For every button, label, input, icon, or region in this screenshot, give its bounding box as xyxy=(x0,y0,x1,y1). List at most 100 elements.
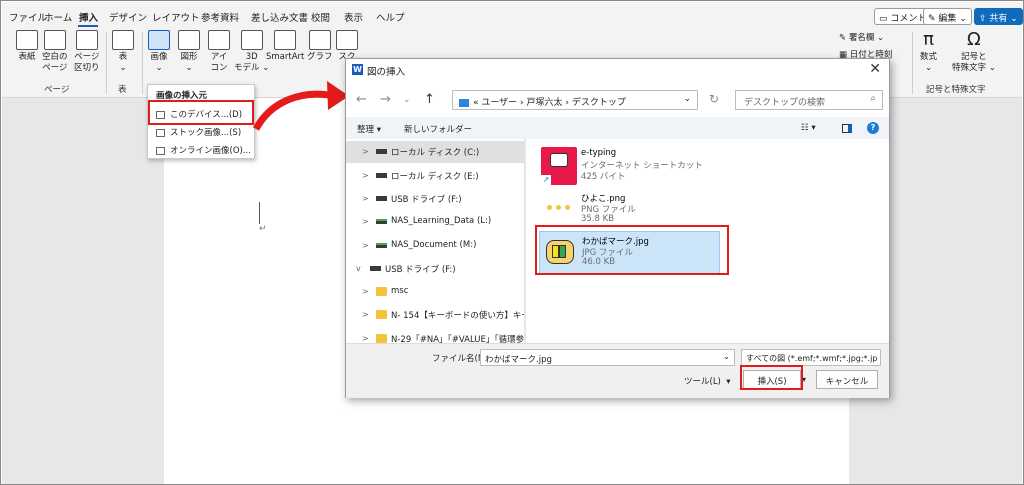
share-button[interactable]: ⇪ 共有 ⌄ xyxy=(974,8,1023,25)
online-pictures-option[interactable]: オンライン画像(O)... xyxy=(156,144,251,156)
image-button[interactable]: 画像 ⌄ xyxy=(148,30,170,74)
table-button[interactable]: 表 ⌄ xyxy=(112,30,134,74)
network-drive-icon xyxy=(376,243,387,248)
cube-icon xyxy=(240,30,263,50)
smartart-button[interactable]: SmartArt xyxy=(266,30,304,63)
up-icon[interactable]: ↑ xyxy=(424,92,435,107)
cover-page-icon xyxy=(16,30,38,50)
network-drive-icon xyxy=(376,219,387,224)
dialog-footer: ファイル名(N): わかばマーク.jpg ⌄ すべての図 (*.emf;*.wmf… xyxy=(346,343,889,398)
signature-line-button[interactable]: ✎ 署名欄 ⌄ xyxy=(839,31,884,43)
usb-drive-icon xyxy=(376,196,387,201)
file-item[interactable]: ↗ e-typing インターネット ショートカット 425 バイト xyxy=(539,145,709,189)
navigation-bar: ← → ⌄ ↑ « ユーザー › 戸塚六太 › デスクトップ ⌄ ↻ デスクトッ… xyxy=(346,85,889,115)
drive-icon xyxy=(376,173,387,178)
close-icon[interactable]: ✕ xyxy=(869,61,881,77)
forward-icon[interactable]: → xyxy=(380,92,391,107)
tree-item[interactable]: v USB ドライブ (F:) xyxy=(346,258,524,280)
tree-item[interactable]: >N- 154【キーボードの使い方】キーの役 xyxy=(346,304,524,326)
group-label-table: 表 xyxy=(118,85,127,95)
icons-icon xyxy=(208,30,230,50)
navigation-pane: > ローカル ディスク (C:) > ローカル ディスク (E:) > USB ドライ… xyxy=(346,139,524,343)
group-label-page: ページ xyxy=(44,85,70,95)
organize-button[interactable]: 整理 ▾ xyxy=(357,123,381,135)
text-cursor xyxy=(259,202,260,224)
tree-item[interactable]: > ローカル ディスク (C:) xyxy=(346,141,524,163)
chart-button[interactable]: グラフ xyxy=(307,30,333,63)
page-break-button[interactable]: ページ 区切り xyxy=(74,30,100,74)
preview-pane-icon[interactable] xyxy=(842,124,852,133)
new-folder-button[interactable]: 新しいフォルダー xyxy=(404,123,472,135)
address-bar[interactable]: « ユーザー › 戸塚六太 › デスクトップ ⌄ xyxy=(452,90,698,110)
icons-button[interactable]: アイ コン xyxy=(208,30,230,74)
folder-icon xyxy=(376,310,387,319)
tab-references[interactable]: 参考資料 xyxy=(201,10,239,24)
word-icon: W xyxy=(352,64,363,75)
folder-icon xyxy=(376,334,387,343)
online-image-icon xyxy=(156,146,165,155)
drive-icon xyxy=(376,149,387,154)
omega-icon: Ω xyxy=(967,29,981,50)
refresh-icon[interactable]: ↻ xyxy=(709,92,719,106)
pi-icon: π xyxy=(923,29,934,50)
chevron-down-icon[interactable]: ⌄ xyxy=(683,94,691,104)
3d-model-button[interactable]: 3D モデル ⌄ xyxy=(234,30,269,74)
dialog-title: 図の挿入 xyxy=(367,67,406,78)
smartart-icon xyxy=(274,30,297,50)
callout-arrow xyxy=(252,81,349,131)
group-separator xyxy=(142,32,143,94)
chart-icon xyxy=(308,30,331,50)
chick-image-icon xyxy=(541,191,577,229)
view-options-icon[interactable]: ☷ ▾ xyxy=(801,123,816,133)
file-type-select[interactable]: すべての図 (*.emf;*.wmf;*.jpg;*.jp xyxy=(741,349,881,366)
tab-help[interactable]: ヘルプ xyxy=(376,10,405,24)
shapes-button[interactable]: 図形 ⌄ xyxy=(178,30,200,74)
group-separator xyxy=(912,32,913,94)
tree-item[interactable]: > NAS_Document (M:) xyxy=(346,235,524,257)
help-icon[interactable]: ? xyxy=(867,122,879,134)
folder-icon xyxy=(376,287,387,296)
share-icon: ⇪ xyxy=(979,14,990,24)
cover-page-button[interactable]: 表紙 xyxy=(16,30,38,63)
recent-chevron-icon[interactable]: ⌄ xyxy=(403,95,411,105)
edit-mode-button[interactable]: ✎ 編集 ⌄ xyxy=(923,8,972,25)
usb-drive-icon xyxy=(370,266,381,271)
equation-button[interactable]: π 数式 ⌄ xyxy=(920,30,937,74)
tools-button[interactable]: ツール(L) ▾ xyxy=(684,375,731,387)
tree-item[interactable]: > USB ドライブ (F:) xyxy=(346,188,524,210)
shapes-icon xyxy=(178,30,200,50)
blank-page-button[interactable]: 空白の ページ xyxy=(42,30,68,74)
tree-item[interactable]: > N-29「#NA」「#VALUE」「循環参照 xyxy=(346,328,524,343)
tab-file[interactable]: ファイル xyxy=(9,10,47,24)
tab-view[interactable]: 表示 xyxy=(344,10,363,24)
highlight-selected-file xyxy=(535,225,729,275)
signature-icon: ✎ xyxy=(839,33,849,43)
tree-item[interactable]: > NAS_Learning_Data (L:) xyxy=(346,211,524,233)
tab-mailings[interactable]: 差し込み文書 xyxy=(251,10,308,24)
cancel-button[interactable]: キャンセル xyxy=(816,370,878,389)
e-typing-shortcut-icon: ↗ xyxy=(541,147,577,185)
tree-item[interactable]: > msc xyxy=(346,281,524,303)
tab-layout[interactable]: レイアウト xyxy=(152,10,200,24)
breadcrumb: « ユーザー › 戸塚六太 › デスクトップ xyxy=(473,98,626,108)
paragraph-mark-icon: ↵ xyxy=(259,224,267,234)
stock-images-option[interactable]: ストック画像...(S) xyxy=(156,126,241,138)
blank-page-icon xyxy=(43,30,66,50)
symbol-button[interactable]: Ω 記号と 特殊文字 ⌄ xyxy=(952,30,996,74)
tab-home[interactable]: ホーム xyxy=(44,10,72,24)
tab-design[interactable]: デザイン xyxy=(109,10,147,24)
stock-image-icon xyxy=(156,128,165,137)
chevron-down-icon[interactable]: ⌄ xyxy=(723,352,730,362)
tree-item[interactable]: > ローカル ディスク (E:) xyxy=(346,165,524,187)
group-separator xyxy=(106,32,107,94)
comment-icon: ▭ xyxy=(879,14,891,24)
dialog-toolbar: 整理 ▾ 新しいフォルダー ☷ ▾ ? xyxy=(346,117,889,139)
page-break-icon xyxy=(75,30,98,50)
highlight-this-device xyxy=(148,100,254,125)
search-input[interactable]: デスクトップの検索 ⌕ xyxy=(735,90,883,110)
filename-input[interactable]: わかばマーク.jpg ⌄ xyxy=(480,349,735,366)
tab-insert[interactable]: 挿入 xyxy=(79,10,98,24)
back-icon[interactable]: ← xyxy=(356,92,367,107)
pencil-icon: ✎ xyxy=(928,14,939,24)
tab-review[interactable]: 校閲 xyxy=(311,10,330,24)
